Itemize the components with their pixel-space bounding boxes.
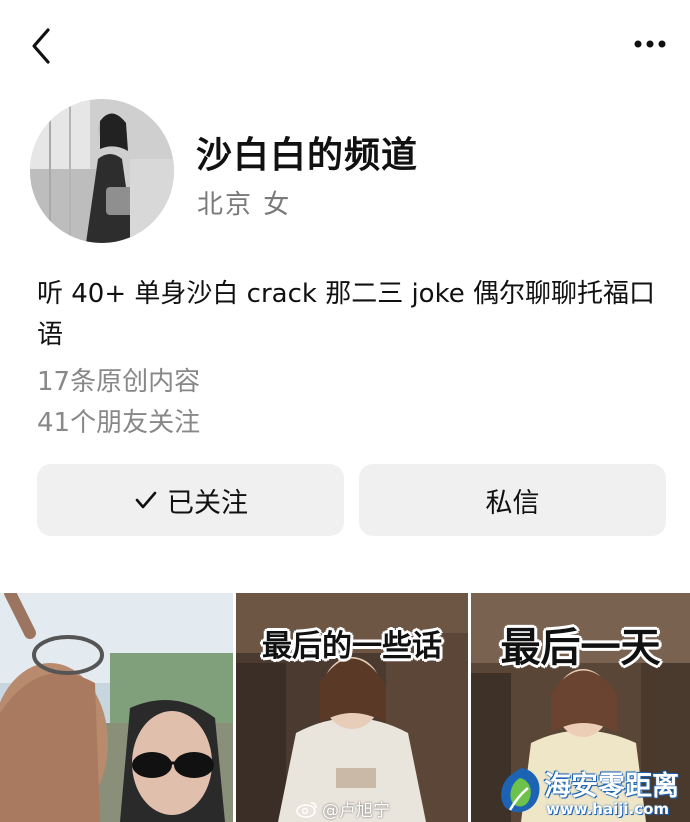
check-icon [135,491,157,509]
followed-button[interactable]: 已关注 [37,464,344,536]
video-tile[interactable] [0,593,233,822]
avatar[interactable] [30,99,174,243]
private-message-label: 私信 [485,487,540,519]
avatar-photo [30,99,174,243]
leaf-logo-icon [501,768,540,813]
followed-button-label: 已关注 [167,487,248,519]
site-logo-name: 海安零距离 [544,771,679,802]
original-content-count[interactable]: 17条原创内容 [37,361,200,398]
channel-name: 沙白白的频道 [196,135,419,176]
video-caption: 最后一天 [500,625,661,671]
video-caption: 最后的一些话 [262,629,442,664]
chevron-left-icon [32,28,50,64]
channel-location-gender: 北京 女 [197,190,292,220]
video-thumbnail [0,593,233,822]
site-logo-url: www.haiji.com [546,800,670,818]
video-tile[interactable]: 最后的一些话 [236,593,468,822]
channel-bio: 听 40+ 单身沙白 crack 那二三 joke 偶尔聊聊托福口语 [37,279,655,350]
weibo-handle: @卢旭宁 [322,801,390,821]
more-dots-icon [634,40,666,48]
friends-following-count[interactable]: 41个朋友关注 [37,402,200,439]
weibo-icon [296,801,317,818]
site-logo-watermark: 海安零距离 www.haiji.com [488,760,688,822]
more-button[interactable] [628,30,672,58]
back-button[interactable] [26,24,66,68]
weibo-watermark: @卢旭宁 [296,796,390,821]
private-message-button[interactable]: 私信 [359,464,666,536]
